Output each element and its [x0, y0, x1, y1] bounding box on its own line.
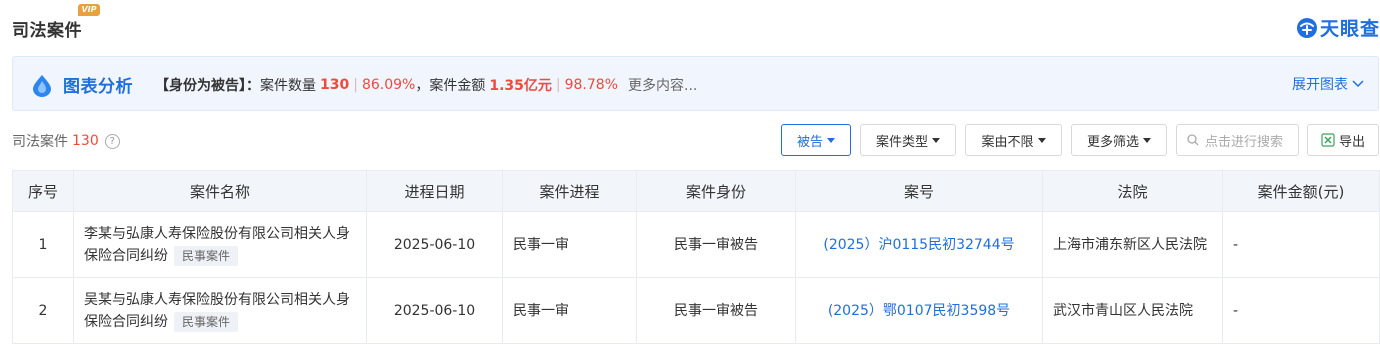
- table-row: 1 李某与弘康人寿保险股份有限公司相关人身保险合同纠纷 民事案件 2025-06-…: [12, 211, 1380, 278]
- banner-summary: 【身份为被告】： 案件数量 130 | 86.09% ，案件金额 1.35亿元 …: [155, 75, 697, 95]
- case-name-cell: 吴某与弘康人寿保险股份有限公司相关人身保险合同纠纷 民事案件: [73, 277, 367, 344]
- column-header: 进程日期: [366, 170, 503, 212]
- column-header: 案号: [795, 170, 1043, 212]
- row-index: 2: [12, 277, 74, 344]
- chart-analysis-banner: 图表分析 【身份为被告】： 案件数量 130 | 86.09% ，案件金额 1.…: [12, 56, 1379, 111]
- excel-icon: [1321, 133, 1335, 147]
- column-header: 案件金额(元): [1222, 170, 1380, 212]
- export-label: 导出: [1338, 134, 1365, 150]
- role-label: 【身份为被告】：: [155, 78, 260, 94]
- case-count-label: 司法案件 130 ?: [12, 131, 120, 151]
- case-stage: 民事一审: [502, 211, 637, 278]
- expand-chart-label: 展开图表: [1292, 77, 1348, 93]
- tianyancha-logo-icon: [1296, 17, 1317, 38]
- progress-date: 2025-06-10: [366, 277, 503, 344]
- filter-defendant-button[interactable]: 被告: [781, 124, 851, 156]
- column-header: 案件名称: [73, 170, 367, 212]
- search-placeholder: 点击进行搜索: [1205, 134, 1284, 150]
- case-count-value: 130: [72, 133, 99, 149]
- table-row: 2 吴某与弘康人寿保险股份有限公司相关人身保险合同纠纷 民事案件 2025-06-…: [12, 277, 1380, 344]
- column-header: 序号: [12, 170, 74, 212]
- caret-down-icon: [1037, 137, 1046, 143]
- case-type-tag: 民事案件: [174, 311, 239, 332]
- progress-date: 2025-06-10: [366, 211, 503, 278]
- vip-badge: VIP: [78, 4, 100, 16]
- count-label: 案件数量: [260, 78, 316, 94]
- divider: |: [353, 77, 358, 93]
- export-button[interactable]: 导出: [1307, 124, 1379, 156]
- brand-name: 天眼查: [1319, 18, 1380, 40]
- case-number-link[interactable]: (2025）沪0115民初32744号: [795, 211, 1043, 278]
- chart-analysis-icon: [33, 75, 51, 97]
- amount-value: 1.35亿元: [489, 78, 552, 94]
- caret-down-icon: [827, 137, 835, 143]
- case-amount: -: [1222, 277, 1380, 344]
- more-link[interactable]: 更多内容...: [628, 75, 697, 95]
- expand-chart-button[interactable]: 展开图表: [1292, 74, 1364, 94]
- caret-down-icon: [932, 137, 940, 143]
- help-icon[interactable]: ?: [104, 133, 120, 149]
- divider: |: [555, 77, 561, 93]
- case-role: 民事一审被告: [636, 277, 796, 344]
- case-number-link[interactable]: (2025）鄂0107民初3598号: [795, 277, 1043, 344]
- column-header: 案件身份: [636, 170, 796, 212]
- column-header: 案件进程: [502, 170, 637, 212]
- case-role: 民事一审被告: [636, 211, 796, 278]
- filter-more-label: 更多筛选: [1086, 134, 1139, 150]
- page-title: 司法案件: [12, 21, 82, 41]
- brand-logo[interactable]: 天眼查: [1296, 14, 1380, 41]
- case-count-text: 司法案件: [12, 134, 68, 150]
- case-name-cell: 李某与弘康人寿保险股份有限公司相关人身保险合同纠纷 民事案件: [73, 211, 367, 278]
- case-stage: 民事一审: [502, 277, 637, 344]
- search-input[interactable]: 点击进行搜索: [1176, 124, 1299, 156]
- column-header: 法院: [1042, 170, 1223, 212]
- amount-pct: 98.78%: [564, 77, 618, 93]
- search-icon: [1187, 134, 1199, 146]
- row-index: 1: [12, 211, 74, 278]
- court-name: 武汉市青山区人民法院: [1042, 277, 1223, 344]
- count-pct: 86.09%: [361, 77, 416, 93]
- caret-down-icon: [1143, 137, 1151, 143]
- filter-defendant-label: 被告: [796, 134, 823, 150]
- court-name: 上海市浦东新区人民法院: [1042, 211, 1223, 278]
- table-header-row: 序号 案件名称 进程日期 案件进程 案件身份 案号 法院 案件金额(元): [12, 170, 1380, 212]
- count-value: 130: [320, 77, 350, 93]
- filter-cause-label: 案由不限: [981, 134, 1034, 150]
- banner-title: 图表分析: [63, 77, 133, 97]
- filter-more-button[interactable]: 更多筛选: [1071, 124, 1167, 156]
- chevron-down-icon: [1352, 80, 1364, 88]
- amount-label: ，案件金额: [415, 78, 486, 94]
- filter-case-type-label: 案件类型: [875, 134, 928, 150]
- case-type-tag: 民事案件: [174, 245, 239, 266]
- page-header: 司法案件 VIP 天眼查: [0, 0, 1380, 44]
- case-table: 序号 案件名称 进程日期 案件进程 案件身份 案号 法院 案件金额(元) 1 李…: [12, 170, 1380, 344]
- filter-cause-button[interactable]: 案由不限: [965, 124, 1062, 156]
- filter-case-type-button[interactable]: 案件类型: [860, 124, 956, 156]
- case-amount: -: [1222, 211, 1380, 278]
